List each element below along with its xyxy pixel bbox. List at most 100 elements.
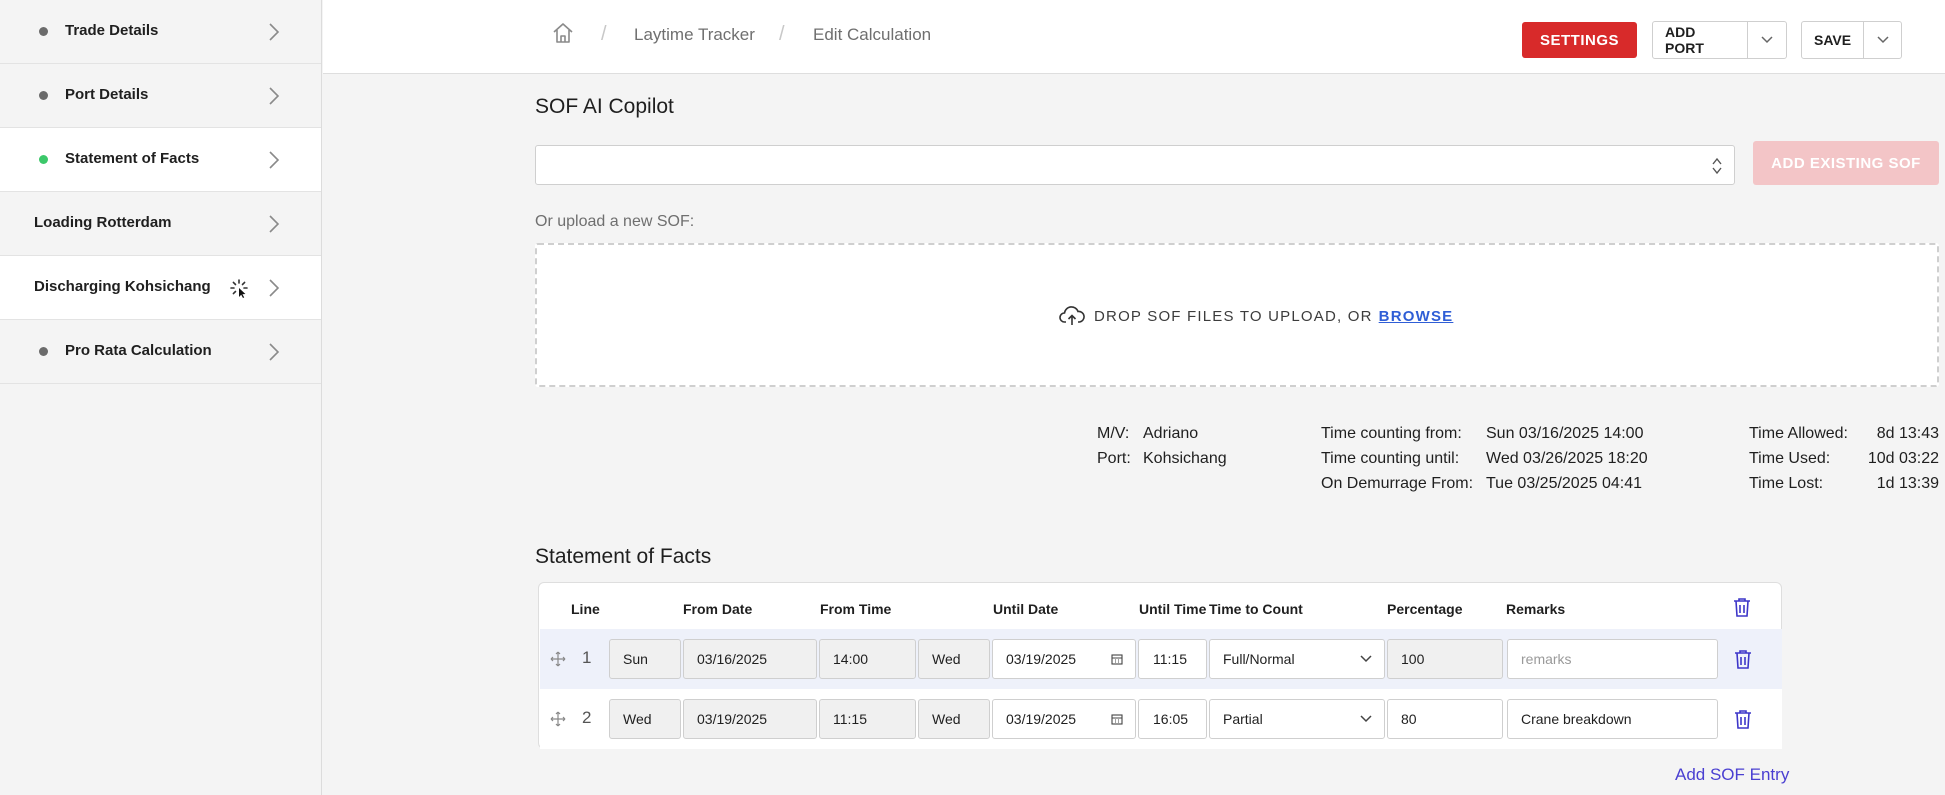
from-time-field: 11:15 xyxy=(819,699,916,739)
save-dropdown-toggle[interactable] xyxy=(1864,22,1901,58)
add-sof-entry-link[interactable]: Add SOF Entry xyxy=(1675,765,1789,785)
time-to-count-value: Partial xyxy=(1223,711,1263,727)
column-header-until-date: Until Date xyxy=(993,601,1059,617)
sidebar: Trade Details Port Details Statement of … xyxy=(0,0,322,795)
time-until-value: Wed 03/26/2025 18:20 xyxy=(1486,450,1648,467)
port-value: Kohsichang xyxy=(1143,450,1227,467)
mv-value: Adriano xyxy=(1143,425,1199,442)
port-label: Port: xyxy=(1097,450,1131,467)
from-day-field: Sun xyxy=(609,639,681,679)
drop-text: DROP SOF FILES TO UPLOAD, OR xyxy=(1094,307,1373,325)
add-existing-sof-button[interactable]: ADD EXISTING SOF xyxy=(1753,141,1939,185)
breadcrumb-separator: / xyxy=(601,23,607,45)
delete-row-trash-icon[interactable] xyxy=(1734,649,1752,669)
column-header-until-time: Until Time xyxy=(1139,601,1207,617)
add-port-dropdown-toggle[interactable] xyxy=(1748,22,1786,58)
table-row: 1 Sun 03/16/2025 14:00 Wed 03/19/2025 11… xyxy=(540,629,1782,689)
time-lost-value: 1d 13:39 xyxy=(1876,475,1939,492)
column-header-time-to-count: Time to Count xyxy=(1209,601,1303,617)
line-number: 2 xyxy=(582,708,592,727)
percentage-input[interactable]: 80 xyxy=(1387,699,1503,739)
until-day-field: Wed xyxy=(918,699,990,739)
status-dot xyxy=(39,91,48,100)
sof-dropzone[interactable]: DROP SOF FILES TO UPLOAD, OR BROWSE xyxy=(535,243,1939,387)
browse-link[interactable]: BROWSE xyxy=(1379,308,1454,325)
select-arrows-icon xyxy=(1712,157,1722,175)
time-from-value: Sun 03/16/2025 14:00 xyxy=(1486,425,1644,442)
settings-button[interactable]: SETTINGS xyxy=(1522,22,1637,58)
chevron-down-icon xyxy=(1761,36,1773,44)
from-date-field: 03/19/2025 xyxy=(683,699,817,739)
sidebar-item-label: Statement of Facts xyxy=(65,150,200,167)
until-date-input[interactable]: 03/19/2025 xyxy=(992,639,1136,679)
sidebar-item-port-details[interactable]: Port Details xyxy=(0,64,321,128)
dropzone-content: DROP SOF FILES TO UPLOAD, OR BROWSE xyxy=(1059,305,1453,327)
column-header-from-time: From Time xyxy=(820,601,892,617)
sidebar-item-label: Loading Rotterdam xyxy=(34,214,172,231)
sidebar-item-label: Discharging Kohsichang xyxy=(34,278,211,295)
status-dot xyxy=(39,347,48,356)
home-icon[interactable] xyxy=(552,22,574,44)
chevron-right-icon xyxy=(269,151,280,169)
until-date-value: 03/19/2025 xyxy=(1006,711,1077,727)
remarks-input[interactable]: Crane breakdown xyxy=(1507,699,1718,739)
chevron-right-icon xyxy=(269,87,280,105)
top-header: / Laytime Tracker / Edit Calculation SET… xyxy=(323,0,1945,74)
sidebar-item-label: Port Details xyxy=(65,86,149,103)
upload-label: Or upload a new SOF: xyxy=(535,213,695,230)
mv-label: M/V: xyxy=(1097,425,1130,442)
chevron-down-icon xyxy=(1360,715,1372,723)
from-date-field: 03/16/2025 xyxy=(683,639,817,679)
time-until-label: Time counting until: xyxy=(1321,450,1460,467)
delete-row-trash-icon[interactable] xyxy=(1734,709,1752,729)
time-summary-labels: Time Allowed: Time Used: Time Lost: xyxy=(1749,421,1848,496)
until-time-input[interactable]: 11:15 xyxy=(1138,639,1207,679)
drag-handle-icon[interactable] xyxy=(550,711,566,727)
time-counting-labels: Time counting from: Time counting until:… xyxy=(1321,421,1473,496)
until-time-input[interactable]: 16:05 xyxy=(1138,699,1207,739)
time-to-count-select[interactable]: Partial xyxy=(1209,699,1385,739)
sidebar-item-loading-rotterdam[interactable]: Loading Rotterdam xyxy=(0,192,321,256)
breadcrumb-edit-calculation: Edit Calculation xyxy=(813,25,932,44)
copilot-title: SOF AI Copilot xyxy=(535,95,674,118)
status-dot xyxy=(39,27,48,36)
save-button[interactable]: SAVE xyxy=(1802,22,1864,58)
calendar-icon[interactable] xyxy=(1111,713,1123,725)
time-used-value: 10d 03:22 xyxy=(1867,450,1939,467)
sof-select[interactable] xyxy=(535,145,1735,185)
chevron-right-icon xyxy=(269,215,280,233)
until-day-field: Wed xyxy=(918,639,990,679)
remarks-input[interactable]: remarks xyxy=(1507,639,1718,679)
sidebar-item-label: Pro Rata Calculation xyxy=(65,342,212,359)
column-header-remarks: Remarks xyxy=(1506,601,1566,617)
time-used-label: Time Used: xyxy=(1749,450,1831,467)
from-day-field: Wed xyxy=(609,699,681,739)
sidebar-item-trade-details[interactable]: Trade Details xyxy=(0,0,321,64)
drag-handle-icon[interactable] xyxy=(550,651,566,667)
breadcrumb-separator: / xyxy=(779,23,785,45)
sidebar-item-statement-of-facts[interactable]: Statement of Facts xyxy=(0,128,321,192)
delete-all-trash-icon[interactable] xyxy=(1733,597,1751,617)
breadcrumb-laytime-tracker[interactable]: Laytime Tracker xyxy=(634,25,755,45)
column-header-percentage: Percentage xyxy=(1387,601,1463,617)
until-date-value: 03/19/2025 xyxy=(1006,651,1077,667)
calendar-icon[interactable] xyxy=(1111,653,1123,665)
column-header-from-date: From Date xyxy=(683,601,753,617)
add-port-button-group: ADD PORT xyxy=(1652,21,1787,59)
vessel-info-labels: M/V: Port: xyxy=(1097,421,1131,471)
sidebar-item-label: Trade Details xyxy=(65,22,159,39)
chevron-right-icon xyxy=(269,23,280,41)
chevron-right-icon xyxy=(269,343,280,361)
save-button-group: SAVE xyxy=(1801,21,1902,59)
time-from-label: Time counting from: xyxy=(1321,425,1462,442)
time-to-count-select[interactable]: Full/Normal xyxy=(1209,639,1385,679)
add-port-button[interactable]: ADD PORT xyxy=(1653,22,1749,58)
column-header-line: Line xyxy=(571,601,600,617)
sidebar-item-pro-rata-calculation[interactable]: Pro Rata Calculation xyxy=(0,320,321,384)
time-counting-values: Sun 03/16/2025 14:00 Wed 03/26/2025 18:2… xyxy=(1486,421,1648,496)
until-date-input[interactable]: 03/19/2025 xyxy=(992,699,1136,739)
time-to-count-value: Full/Normal xyxy=(1223,651,1295,667)
percentage-field: 100 xyxy=(1387,639,1503,679)
sidebar-item-discharging-kohsichang[interactable]: Discharging Kohsichang xyxy=(0,256,321,320)
line-number: 1 xyxy=(582,648,592,667)
